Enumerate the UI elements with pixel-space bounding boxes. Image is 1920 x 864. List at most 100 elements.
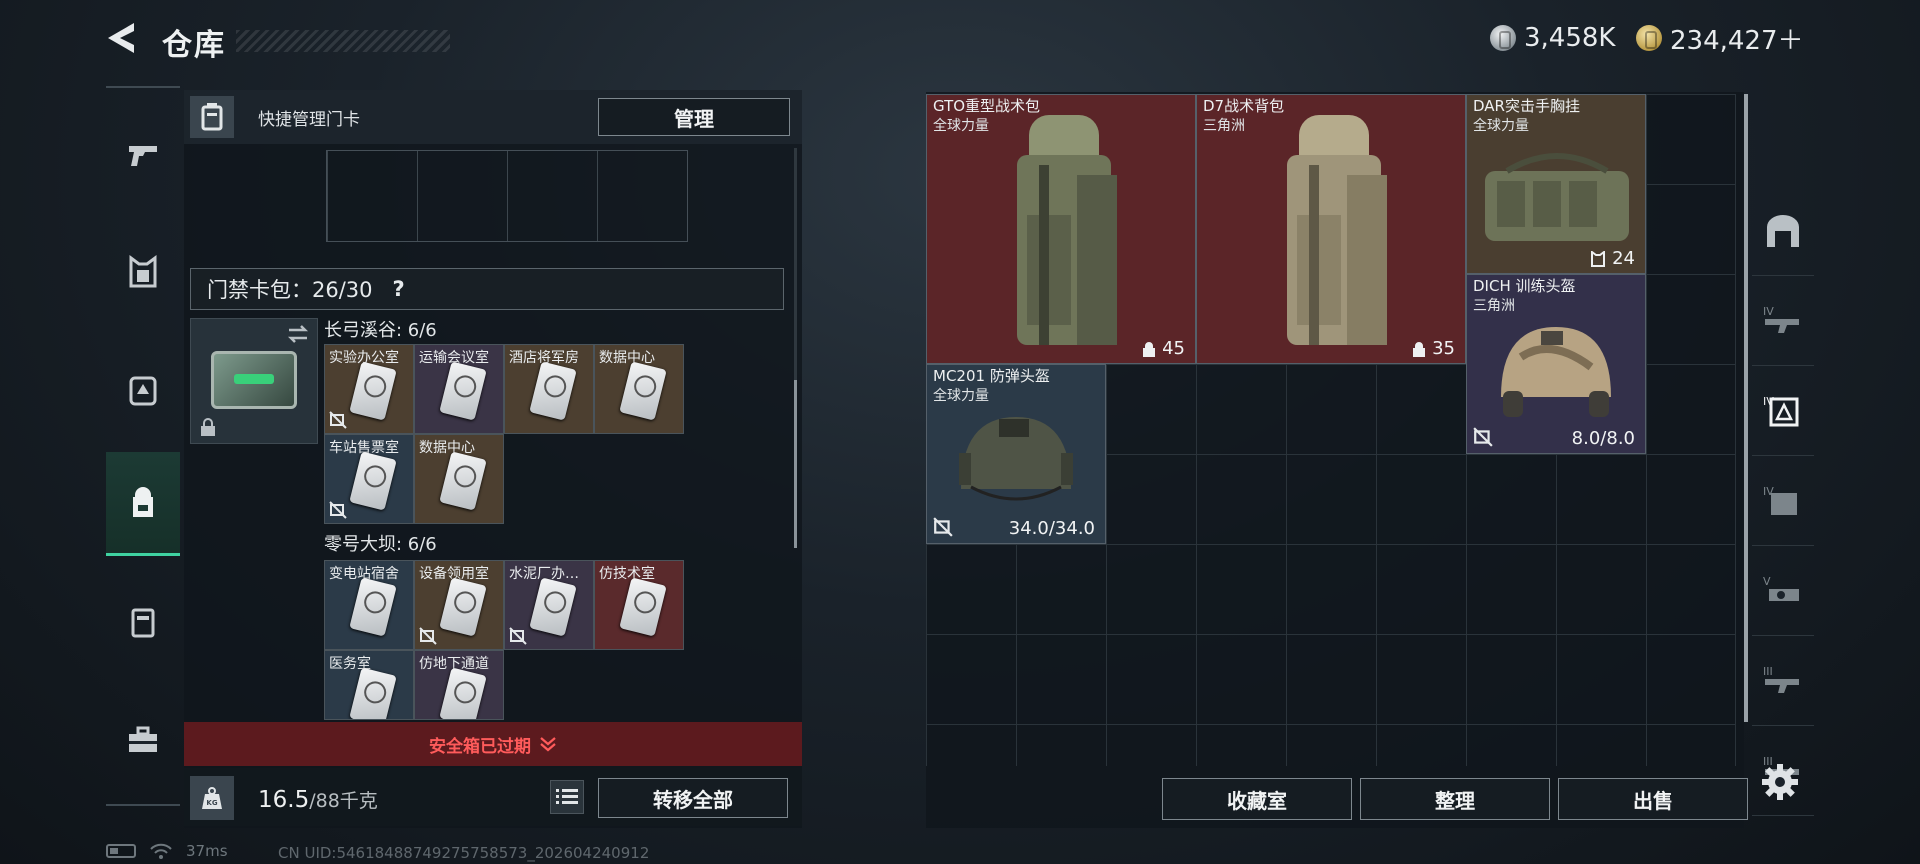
keycard-holder-icon (190, 96, 234, 138)
tier-iv-container-icon: IV (1763, 485, 1797, 515)
keycard-item[interactable]: 数据中心 (594, 344, 684, 434)
silver-coin-icon (1490, 25, 1516, 51)
silver-currency: 3,458K (1490, 20, 1615, 56)
weight-kg-icon: KG (190, 776, 234, 820)
keycard-item[interactable]: 设备领用室 (414, 560, 504, 650)
keycard-scroll-thumb[interactable] (794, 380, 797, 548)
keycard-item[interactable]: 水泥厂办… (504, 560, 594, 650)
category-tier-iii-weapon[interactable]: III (1752, 636, 1814, 726)
helmet-image (959, 417, 1073, 501)
stash-scrollbar[interactable] (1744, 94, 1748, 722)
keycard-item[interactable]: 仿地下通道 (414, 650, 504, 720)
keycard-item[interactable]: 仿技术室 (594, 560, 684, 650)
weight-capacity: /88千克 (309, 790, 378, 812)
double-chevron-down-icon (540, 737, 556, 752)
keycard-item[interactable]: 运输会议室 (414, 344, 504, 434)
gold-currency[interactable]: 234,427＋ (1636, 20, 1804, 56)
nav-backpack[interactable] (106, 452, 180, 556)
stash-item-d7-backpack[interactable]: D7战术背包 三角洲 35 (1196, 94, 1466, 364)
keycard-grid-dam: 变电站宿舍 设备领用室 水泥厂办… 仿技术室 医务室 仿地下通道 (324, 560, 684, 740)
keycard-image (439, 577, 487, 637)
no-drop-icon (419, 627, 437, 645)
keycard-image (529, 361, 577, 421)
category-tier-iv-container[interactable]: IV (1752, 456, 1814, 546)
ping-label: 37ms (186, 842, 228, 860)
left-category-nav (106, 86, 180, 806)
keycard-image (349, 451, 397, 511)
no-drop-icon (329, 501, 347, 519)
battery-icon (106, 844, 136, 858)
stash-item-dich-helmet[interactable]: DICH 训练头盔 三角洲 8.0/8.0 (1466, 274, 1646, 454)
tier-v-scope-icon: V (1763, 575, 1799, 601)
quick-manage-label: 快捷管理门卡 (258, 110, 360, 130)
transfer-all-button[interactable]: 转移全部 (598, 778, 788, 818)
empty-slot-grid[interactable] (326, 150, 688, 242)
svg-text:IV: IV (1763, 305, 1774, 318)
keycard-bag-slot[interactable] (190, 318, 318, 444)
helmet-image (1501, 327, 1611, 417)
page-title: 仓库 (162, 28, 226, 63)
keycard-item[interactable]: 医务室 (324, 650, 414, 720)
stash-item-mc201-helmet[interactable]: MC201 防弹头盔 全球力量 34.0/34.0 (926, 364, 1106, 544)
sell-button[interactable]: 出售 (1558, 778, 1748, 820)
capacity-icon (1413, 341, 1426, 357)
weight-current: 16.5 (258, 787, 310, 813)
collection-room-button[interactable]: 收藏室 (1162, 778, 1352, 820)
status-bar: 37ms (106, 842, 228, 860)
keycard-image (439, 361, 487, 421)
swap-icon[interactable] (285, 323, 311, 345)
list-view-button[interactable] (550, 780, 584, 814)
title-decoration (236, 30, 450, 52)
no-drop-icon (1473, 427, 1493, 447)
category-tier-iv-armor[interactable]: IV (1752, 366, 1814, 456)
nav-armor[interactable] (106, 220, 180, 324)
capacity-icon (1143, 341, 1156, 357)
keycard-item[interactable]: 变电站宿舍 (324, 560, 414, 650)
vest-icon (1591, 250, 1606, 267)
keycard-image (619, 577, 667, 637)
keycard-grid-longbow: 实验办公室 运输会议室 酒店将军房 数据中心 车站售票室 数据中心 (324, 344, 684, 524)
storage-icon (1767, 214, 1799, 247)
no-drop-icon (329, 411, 347, 429)
keycard-item[interactable]: 车站售票室 (324, 434, 414, 524)
backpack-image (1287, 115, 1387, 345)
safe-box-expired-banner[interactable]: 安全箱已过期 (184, 722, 802, 766)
uid-label: CN UID:54618488749275758573_202604240912 (278, 844, 650, 862)
svg-text:IV: IV (1763, 395, 1774, 408)
nav-weapons[interactable] (106, 102, 180, 206)
category-tier-v-attachment[interactable]: V (1752, 546, 1814, 636)
no-drop-icon (509, 627, 527, 645)
manage-button[interactable]: 管理 (598, 98, 790, 136)
organize-button[interactable]: 整理 (1360, 778, 1550, 820)
gold-amount: 234,427＋ (1670, 25, 1804, 56)
toolbox-icon (129, 726, 157, 752)
weight-readout: 16.5/88千克 (258, 786, 378, 813)
keycard-item[interactable]: 实验办公室 (324, 344, 414, 434)
keycard-image (439, 667, 487, 719)
back-arrow-icon[interactable] (104, 20, 138, 56)
keycard-image (619, 361, 667, 421)
section-title-longbow: 长弓溪谷: 6/6 (324, 320, 437, 341)
no-drop-icon (933, 517, 953, 537)
nav-chest-rig[interactable] (106, 338, 180, 442)
nav-toolbox[interactable] (106, 688, 180, 792)
safe-box-icon (131, 608, 155, 638)
keycard-item[interactable]: 酒店将军房 (504, 344, 594, 434)
tier-iii-gun-icon: III (1763, 665, 1799, 693)
lock-icon (201, 418, 215, 436)
keycard-item[interactable]: 数据中心 (414, 434, 504, 524)
settings-gear-icon[interactable] (1760, 762, 1800, 802)
category-tier-iv-weapons[interactable]: IV (1752, 276, 1814, 366)
gold-coin-icon (1636, 25, 1662, 51)
keycard-image (349, 667, 397, 719)
backpack-image (1017, 115, 1117, 345)
safe-box-expired-label: 安全箱已过期 (429, 736, 531, 757)
help-icon[interactable]: ? (393, 277, 405, 301)
backpack-icon (133, 486, 153, 517)
svg-text:V: V (1763, 575, 1771, 588)
stash-item-dar-chest-rig[interactable]: DAR突击手胸挂 全球力量 24 (1466, 94, 1646, 274)
stash-item-gto-backpack[interactable]: GTO重型战术包 全球力量 45 (926, 94, 1196, 364)
chest-rig-icon (129, 376, 157, 406)
category-all[interactable] (1752, 186, 1814, 276)
nav-safe-box[interactable] (106, 570, 180, 674)
